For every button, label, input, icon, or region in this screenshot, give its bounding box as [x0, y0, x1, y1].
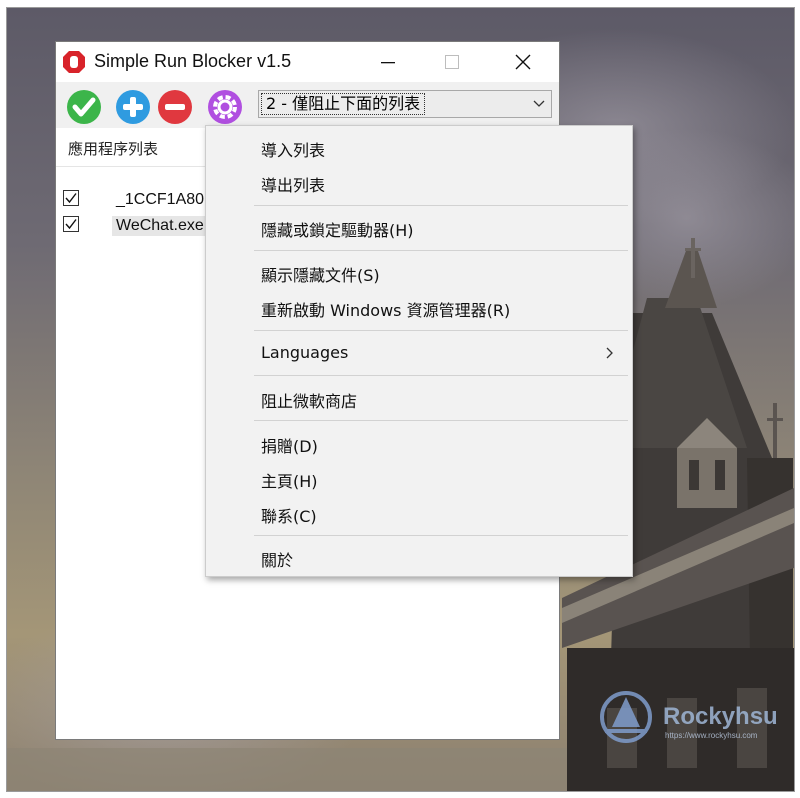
menu-separator [254, 420, 628, 421]
menu-separator [254, 250, 628, 251]
menu-item-label: 重新啟動 Windows 資源管理器(R) [261, 301, 511, 320]
menu-item-contact[interactable]: 聯系(C) [206, 496, 632, 530]
column-header-apps: 應用程序列表 [68, 140, 159, 158]
menu-separator [254, 375, 628, 376]
add-button[interactable] [115, 89, 151, 125]
app-stop-icon [63, 51, 85, 73]
menu-item-label: 聯系(C) [261, 507, 317, 526]
menu-item-label: Languages [261, 343, 349, 362]
enable-button[interactable] [66, 89, 102, 125]
list-item-label: WeChat.exe [112, 216, 208, 236]
menu-item-homepage[interactable]: 主頁(H) [206, 461, 632, 495]
menu-item-restart-explorer[interactable]: 重新啟動 Windows 資源管理器(R) [206, 290, 632, 324]
menu-item-label: 主頁(H) [261, 472, 318, 491]
menu-separator [254, 205, 628, 206]
checkmark-icon [65, 219, 77, 230]
menu-item-label: 導出列表 [261, 176, 326, 195]
minimize-button[interactable] [359, 42, 417, 82]
menu-item-show-hidden-files[interactable]: 顯示隱藏文件(S) [206, 255, 632, 289]
menu-item-about[interactable]: 關於 [206, 540, 632, 574]
menu-item-import-list[interactable]: 導入列表 [206, 130, 632, 164]
check-icon [67, 90, 101, 124]
menu-item-label: 捐贈(D) [261, 437, 318, 456]
watermark-url: https://www.rockyhsu.com [665, 731, 758, 740]
minus-icon [158, 90, 192, 124]
watermark: Rockyhsu https://www.rockyhsu.com [595, 691, 778, 743]
title-bar[interactable]: Simple Run Blocker v1.5 [56, 42, 559, 82]
menu-item-label: 隱藏或鎖定驅動器(H) [261, 221, 414, 240]
list-item-checkbox[interactable] [63, 216, 79, 232]
chevron-right-icon [606, 347, 613, 359]
menu-item-label: 導入列表 [261, 141, 326, 160]
list-item-label: _1CCF1A80 [116, 191, 205, 208]
remove-button[interactable] [157, 89, 193, 125]
window-title: Simple Run Blocker v1.5 [94, 51, 292, 71]
gear-icon [208, 90, 242, 124]
menu-item-block-store[interactable]: 阻止微軟商店 [206, 381, 632, 415]
mode-select[interactable]: 2 - 僅阻止下面的列表 [258, 90, 552, 118]
context-menu: 導入列表 導出列表 隱藏或鎖定驅動器(H) 顯示隱藏文件(S) 重新啟動 Win… [205, 125, 633, 577]
close-button[interactable] [494, 42, 552, 82]
menu-separator [254, 535, 628, 536]
plus-icon [116, 90, 150, 124]
list-item-checkbox[interactable] [63, 190, 79, 206]
chevron-down-icon [533, 100, 545, 107]
menu-item-label: 顯示隱藏文件(S) [261, 266, 380, 285]
menu-item-donate[interactable]: 捐贈(D) [206, 426, 632, 460]
settings-button[interactable] [207, 89, 243, 125]
menu-item-hide-lock-drives[interactable]: 隱藏或鎖定驅動器(H) [206, 210, 632, 244]
mode-select-value: 2 - 僅阻止下面的列表 [261, 93, 426, 115]
close-icon [515, 54, 531, 70]
minimize-icon [381, 62, 395, 64]
menu-item-label: 關於 [261, 551, 294, 570]
maximize-icon [445, 55, 459, 69]
checkmark-icon [65, 193, 77, 204]
menu-separator [254, 330, 628, 331]
watermark-text: Rockyhsu [663, 703, 778, 730]
menu-item-export-list[interactable]: 導出列表 [206, 165, 632, 199]
watermark-logo-icon [600, 691, 652, 743]
menu-item-label: 阻止微軟商店 [261, 392, 358, 411]
menu-item-languages[interactable]: Languages [206, 336, 632, 370]
toolbar: 2 - 僅阻止下面的列表 [56, 82, 559, 128]
maximize-button[interactable] [423, 42, 481, 82]
